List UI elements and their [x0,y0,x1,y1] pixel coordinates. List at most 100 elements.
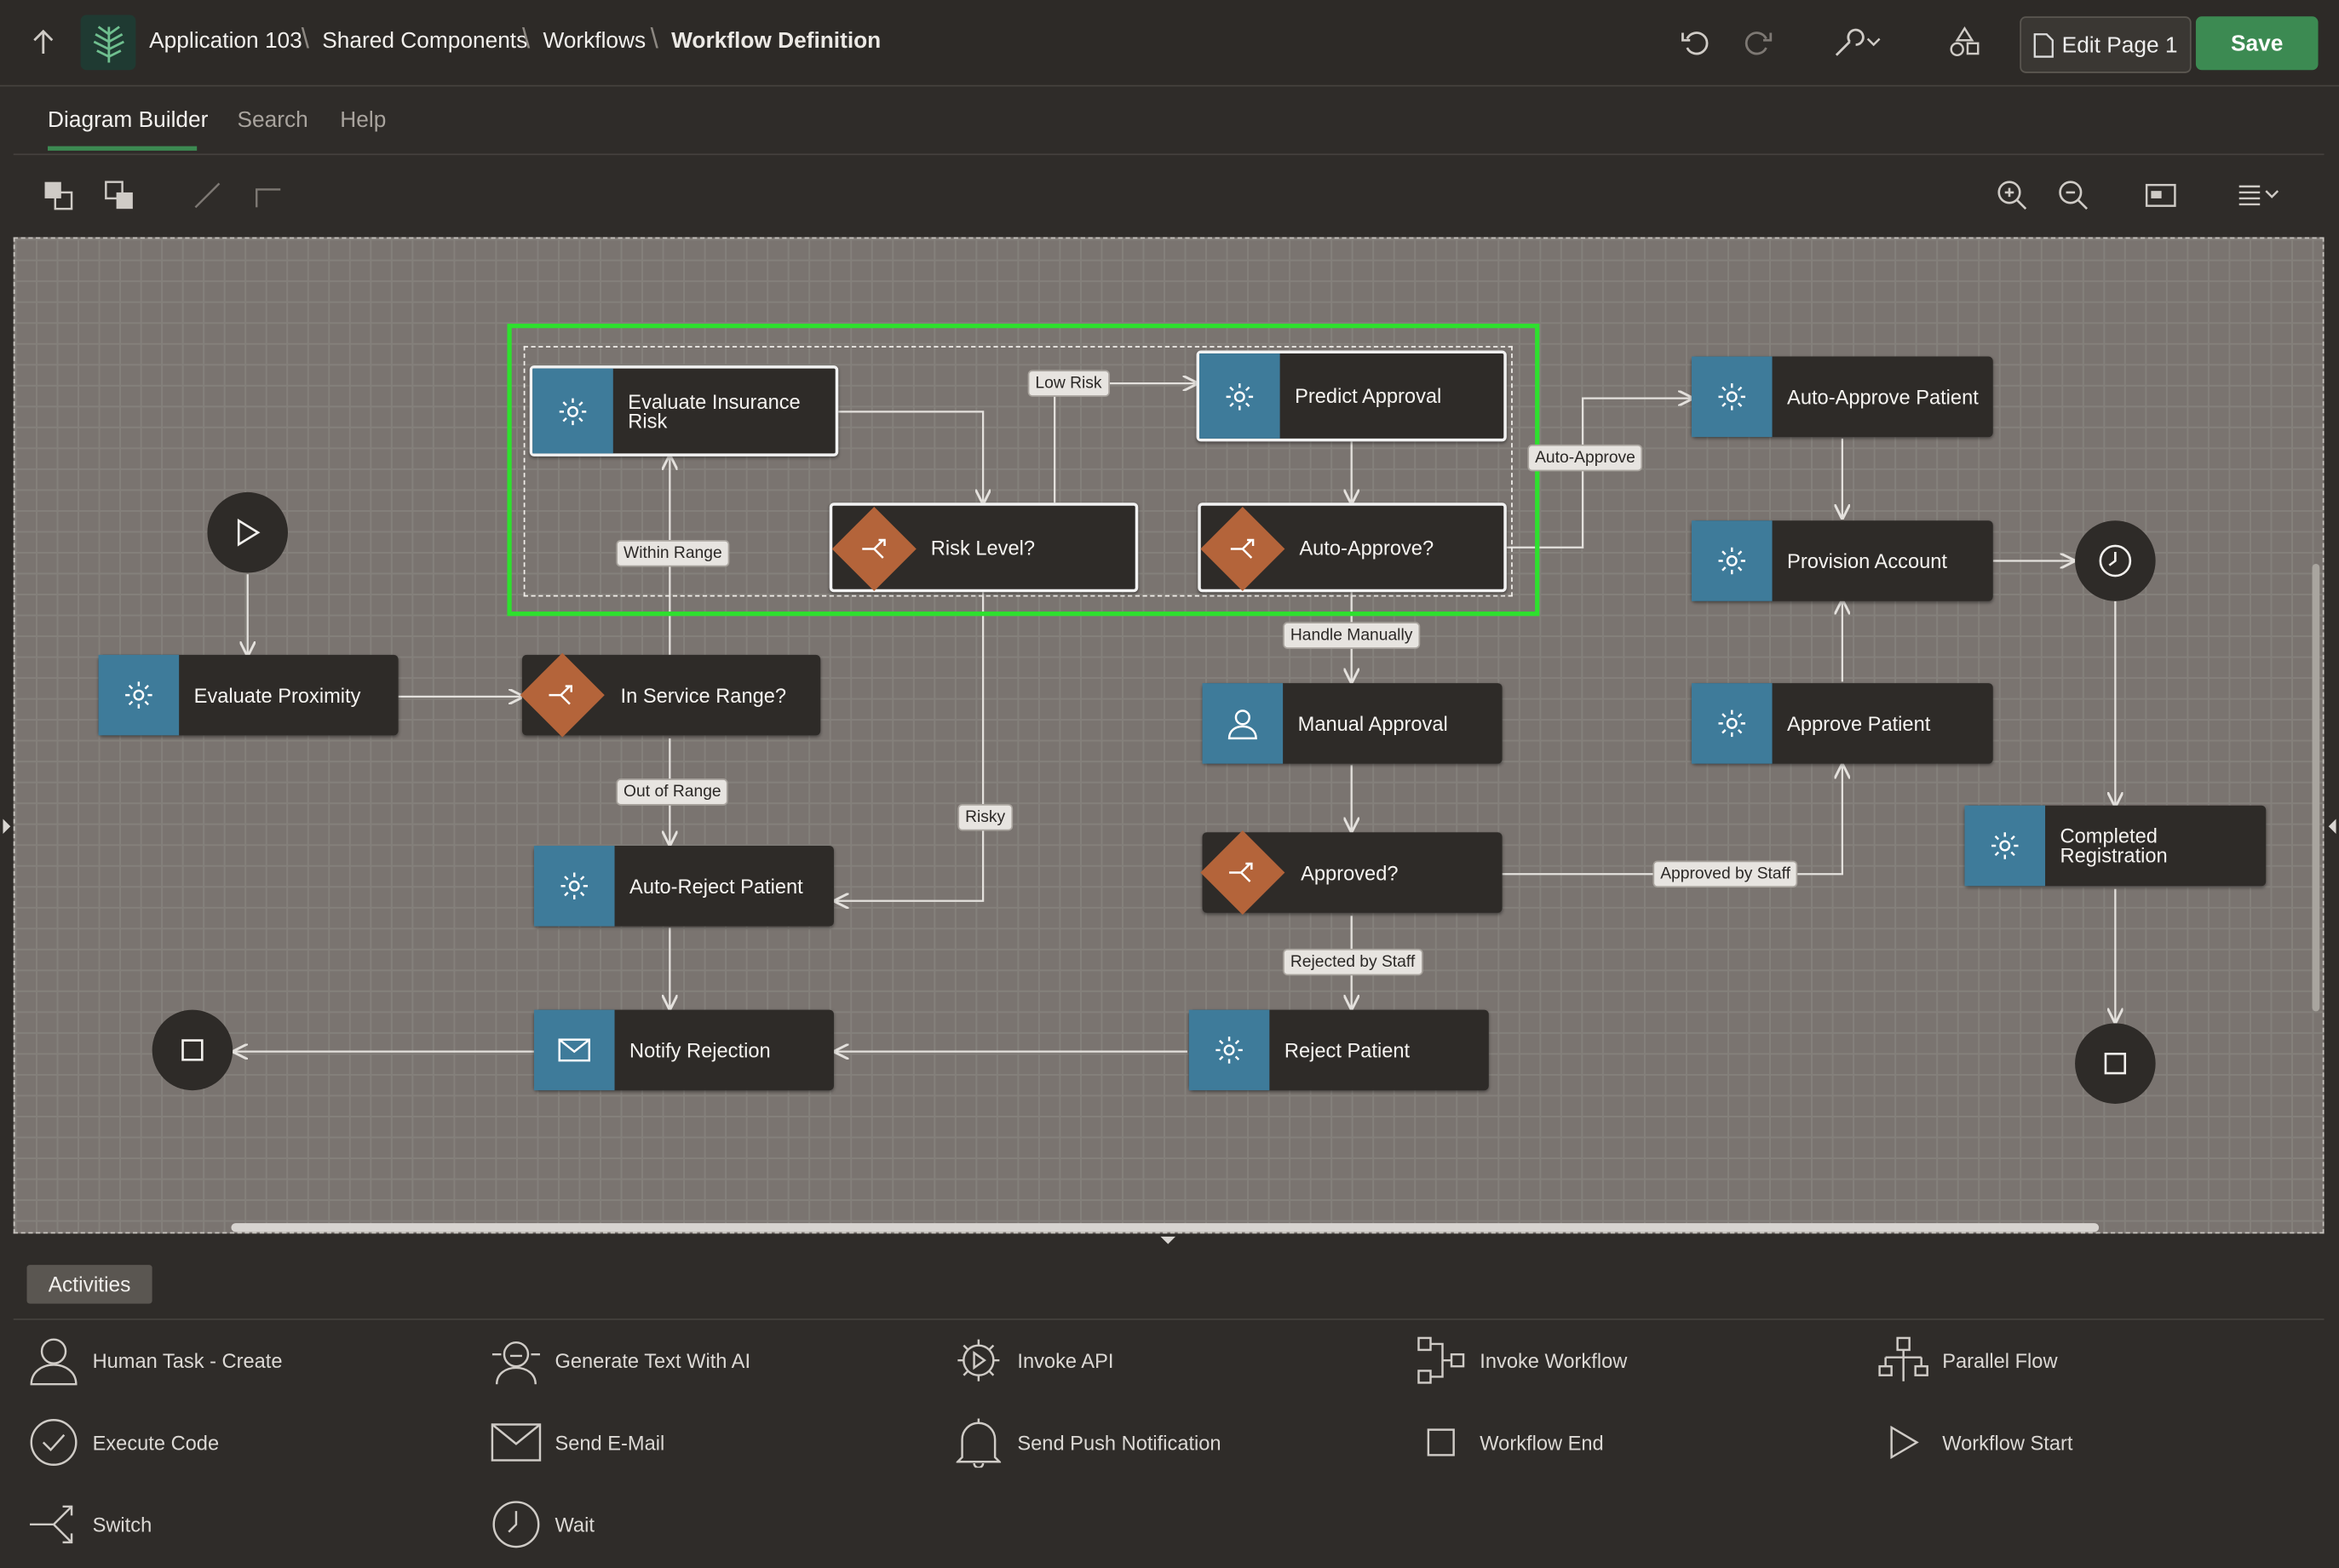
activity-label: Human Task - Create [92,1349,283,1372]
tab-diagram-builder[interactable]: Diagram Builder [48,107,208,133]
node-manual-approval[interactable]: Manual Approval [1202,683,1503,764]
node-label: Manual Approval [1297,712,1448,735]
app-logo-icon[interactable] [80,14,136,71]
breadcrumb-app[interactable]: Application 103 [149,28,302,54]
up-arrow-icon[interactable] [30,27,57,65]
gear-icon [1964,805,2046,887]
panel-collapse-handle[interactable] [1160,1236,1176,1244]
activities-divider [13,1318,2325,1320]
redo-icon[interactable] [1741,27,1774,67]
edge-label-within-range[interactable]: Within Range [616,539,730,567]
workflow-canvas[interactable]: Evaluate Proximity In Service Range? Eva… [13,237,2325,1234]
play-icon [234,518,261,548]
menu-icon[interactable] [2236,183,2287,215]
node-evaluate-insurance-risk[interactable]: Evaluate Insurance Risk [529,365,839,457]
tab-help[interactable]: Help [340,107,386,133]
node-in-service-range[interactable]: In Service Range? [520,652,821,738]
breadcrumb-separator: \ [521,24,531,55]
activity-wait[interactable]: Wait [489,1497,595,1551]
node-completed-registration[interactable]: Completed Registration [1964,805,2267,887]
activity-label: Invoke API [1017,1349,1114,1372]
tab-search[interactable]: Search [237,107,307,133]
edit-page-button[interactable]: Edit Page 1 [2020,16,2192,73]
workflow-start-node[interactable] [207,491,289,573]
shapes-icon[interactable] [1948,26,1981,66]
stop-icon [2103,1052,2127,1076]
node-approve-patient[interactable]: Approve Patient [1691,683,1993,764]
activity-parallel-flow[interactable]: Parallel Flow [1876,1334,2058,1387]
gear-icon [951,1334,1005,1387]
edge-label-handle-manually[interactable]: Handle Manually [1283,622,1421,649]
node-label: Evaluate Insurance Risk [628,389,801,433]
node-notify-rejection[interactable]: Notify Rejection [533,1009,834,1091]
node-reject-patient[interactable]: Reject Patient [1188,1009,1489,1091]
node-risk-level[interactable]: Risk Level? [829,503,1139,593]
workflow-end-node[interactable] [152,1009,233,1091]
breadcrumb-workflows[interactable]: Workflows [543,28,646,54]
gear-icon [532,368,613,454]
vertical-scrollbar[interactable] [2312,563,2320,1012]
fit-to-screen-icon[interactable] [2145,181,2178,218]
wrench-icon[interactable] [1832,27,1886,67]
node-predict-approval[interactable]: Predict Approval [1196,350,1507,442]
activity-label: Invoke Workflow [1480,1349,1628,1372]
activity-execute-code[interactable]: Execute Code [27,1416,219,1469]
breadcrumb-separator: \ [301,24,310,55]
zoom-out-icon[interactable] [2057,179,2090,219]
ai-user-icon [489,1334,543,1387]
activity-switch[interactable]: Switch [27,1497,152,1551]
node-approved-switch[interactable]: Approved? [1200,830,1503,916]
page-icon [2033,32,2055,58]
node-provision-account[interactable]: Provision Account [1691,520,1993,601]
undo-icon[interactable] [1680,27,1713,67]
activity-workflow-start[interactable]: Workflow Start [1876,1416,2072,1469]
activity-workflow-end[interactable]: Workflow End [1414,1416,1604,1469]
edge-label-rejected-by-staff[interactable]: Rejected by Staff [1283,948,1423,976]
save-button[interactable]: Save [2195,16,2319,71]
activity-generate-text[interactable]: Generate Text With AI [489,1334,750,1387]
edge-label-risky[interactable]: Risky [957,803,1013,831]
elbow-connector-icon[interactable] [254,181,284,218]
gear-icon [98,654,180,736]
bring-to-front-icon[interactable] [43,181,73,218]
activity-human-task[interactable]: Human Task - Create [27,1334,283,1387]
gear-icon [1691,683,1773,764]
activity-invoke-api[interactable]: Invoke API [951,1334,1113,1387]
node-auto-approve-patient[interactable]: Auto-Approve Patient [1691,356,1993,438]
send-to-back-icon[interactable] [105,181,135,218]
activity-send-email[interactable]: Send E-Mail [489,1416,664,1469]
clock-icon [2097,543,2133,578]
breadcrumb-shared-components[interactable]: Shared Components [322,28,527,54]
node-label: Approved? [1301,861,1399,884]
page-title: Workflow Definition [671,28,882,55]
zoom-in-icon[interactable] [1996,179,2029,219]
gear-icon [1188,1009,1270,1091]
activity-invoke-workflow[interactable]: Invoke Workflow [1414,1334,1627,1387]
node-auto-approve-switch[interactable]: Auto-Approve? [1198,503,1507,593]
edge-label-auto-approve[interactable]: Auto-Approve [1527,444,1643,472]
tab-activities[interactable]: Activities [26,1265,152,1304]
horizontal-scrollbar[interactable] [231,1223,2100,1232]
activity-send-push[interactable]: Send Push Notification [951,1416,1221,1469]
left-panel-handle[interactable] [3,818,11,834]
node-evaluate-proximity[interactable]: Evaluate Proximity [98,654,399,736]
straight-connector-icon[interactable] [193,181,222,218]
node-label: Auto-Approve Patient [1787,385,1979,408]
node-label: Completed Registration [2060,824,2168,867]
activity-label: Wait [555,1513,595,1536]
stop-icon [1414,1416,1468,1469]
node-label: Approve Patient [1787,712,1931,735]
gear-icon [1691,356,1773,438]
activity-label: Parallel Flow [1942,1349,2058,1372]
app-header: Application 103 \ Shared Components \ Wo… [0,0,2339,87]
workflow-end-node[interactable] [2075,1023,2156,1104]
edge-label-out-of-range[interactable]: Out of Range [616,778,729,806]
edge-label-low-risk[interactable]: Low Risk [1027,370,1110,397]
edge-label-approved-by-staff[interactable]: Approved by Staff [1652,860,1798,888]
wait-node[interactable] [2075,520,2156,601]
activity-label: Send E-Mail [555,1431,665,1454]
right-panel-handle[interactable] [2328,818,2336,834]
node-auto-reject-patient[interactable]: Auto-Reject Patient [533,845,834,927]
gear-icon [533,845,615,927]
branch-icon [27,1497,81,1551]
